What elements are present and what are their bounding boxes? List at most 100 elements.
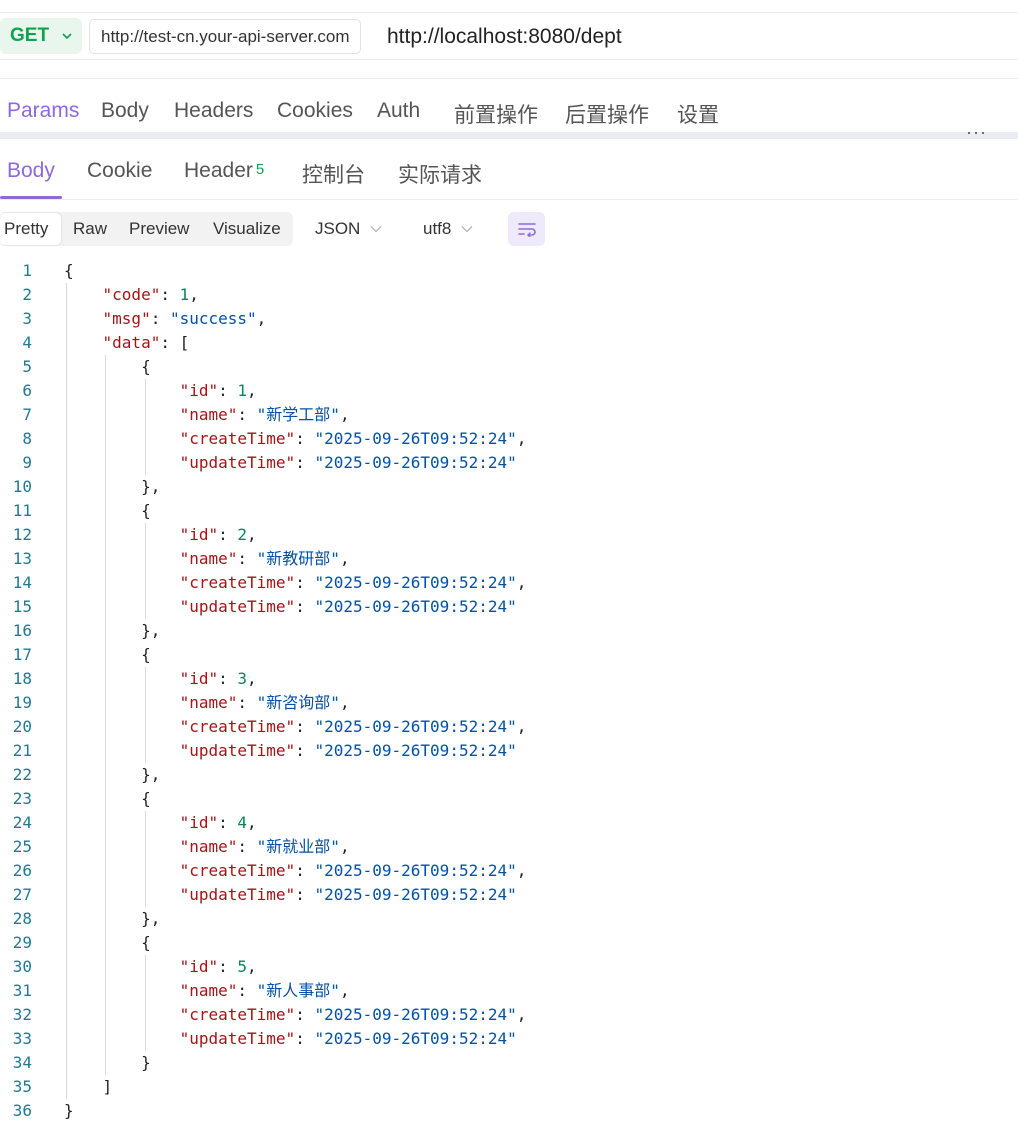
code-text: "name": "新咨询部", [179,693,350,712]
code-line: 8 "createTime": "2025-09-26T09:52:24", [0,427,1018,451]
code-line: 16 }, [0,619,1018,643]
line-number: 8 [22,429,32,448]
code-line: 28 }, [0,907,1018,931]
response-body-viewer[interactable]: 1{2 "code": 1, 3 "msg": "success", 4 "data… [0,259,1018,1121]
code-line: 9 "updateTime": "2025-09-26T09:52:24" [0,451,1018,475]
tab-response-header[interactable]: Header 5 [184,159,264,183]
code-line: 29 { [0,931,1018,955]
code-line: 26 "createTime": "2025-09-26T09:52:24", [0,859,1018,883]
tab-params[interactable]: Params [7,99,79,123]
indent-guide [145,955,146,1051]
tab-auth[interactable]: Auth [377,99,420,123]
line-number: 7 [22,405,32,424]
code-text: } [141,1053,151,1072]
code-text: { [141,933,151,952]
method-label: GET [10,25,50,46]
request-tabs: Params Body Headers Cookies Auth 前置操作 后置… [0,78,1018,134]
tab-body[interactable]: Body [101,99,149,123]
view-visualize[interactable]: Visualize [213,212,281,246]
tab-pre-request[interactable]: 前置操作 [454,99,538,129]
line-number: 22 [12,765,32,784]
tab-headers[interactable]: Headers [174,99,253,123]
view-raw[interactable]: Raw [73,212,107,246]
line-number: 17 [12,645,32,664]
code-line: 24 "id": 4, [0,811,1018,835]
line-number: 13 [12,549,32,568]
line-number: 14 [12,573,32,592]
tab-response-body[interactable]: Body [7,159,55,183]
code-line: 31 "name": "新人事部", [0,979,1018,1003]
tab-actual-request[interactable]: 实际请求 [398,159,482,189]
code-text: "id": 4, [179,813,257,832]
tab-response-cookie[interactable]: Cookie [87,159,152,183]
code-line: 18 "id": 3, [0,667,1018,691]
code-line: 32 "createTime": "2025-09-26T09:52:24", [0,1003,1018,1027]
code-line: 25 "name": "新就业部", [0,835,1018,859]
url-input[interactable]: http://localhost:8080/dept [387,25,622,49]
header-count-badge: 5 [255,161,265,178]
encoding-select-label: utf8 [423,219,452,238]
tab-response-header-label: Header [184,159,253,182]
format-select-label: JSON [315,219,361,238]
indent-guide [145,811,146,907]
format-select[interactable]: JSON [315,219,382,239]
line-number: 10 [12,477,32,496]
code-line: 14 "createTime": "2025-09-26T09:52:24", [0,571,1018,595]
code-text: "id": 3, [179,669,257,688]
line-number: 12 [12,525,32,544]
tab-settings[interactable]: 设置 [677,99,719,129]
line-number: 2 [22,285,32,304]
line-number: 36 [12,1101,32,1120]
code-line: 17 { [0,643,1018,667]
indent-guide [145,523,146,619]
code-text: "updateTime": "2025-09-26T09:52:24" [179,1029,517,1048]
code-line: 15 "updateTime": "2025-09-26T09:52:24" [0,595,1018,619]
word-wrap-button[interactable] [508,212,545,246]
line-number: 33 [12,1029,32,1048]
view-preview[interactable]: Preview [129,212,189,246]
view-mode-switch: Pretty Raw Preview Visualize [0,212,293,246]
view-pretty[interactable]: Pretty [0,213,61,245]
code-line: 12 "id": 2, [0,523,1018,547]
more-icon[interactable]: ··· [966,123,987,141]
code-text: }, [141,765,161,784]
tab-post-request[interactable]: 后置操作 [565,99,649,129]
encoding-select[interactable]: utf8 [423,219,473,239]
code-line: 30 "id": 5, [0,955,1018,979]
code-line: 21 "updateTime": "2025-09-26T09:52:24" [0,739,1018,763]
line-number: 6 [22,381,32,400]
code-text: "name": "新人事部", [179,981,350,1000]
code-text: "code": 1, [102,285,199,304]
code-line: 3 "msg": "success", [0,307,1018,331]
chevron-down-icon [461,226,473,233]
code-line: 20 "createTime": "2025-09-26T09:52:24", [0,715,1018,739]
code-text: "msg": "success", [102,309,267,328]
code-text: }, [141,621,161,640]
line-number: 16 [12,621,32,640]
line-number: 32 [12,1005,32,1024]
line-number: 34 [12,1053,32,1072]
panel-divider[interactable] [0,132,1018,139]
tab-cookies[interactable]: Cookies [277,99,353,123]
code-line: 23 { [0,787,1018,811]
word-wrap-icon [517,223,536,237]
code-text: "name": "新学工部", [179,405,350,424]
tab-console[interactable]: 控制台 [302,159,365,189]
code-text: } [64,1101,74,1120]
code-line: 10 }, [0,475,1018,499]
code-text: { [64,261,74,280]
line-number: 30 [12,957,32,976]
code-line: 11 { [0,499,1018,523]
code-line: 22 }, [0,763,1018,787]
line-number: 27 [12,885,32,904]
code-text: "createTime": "2025-09-26T09:52:24", [179,573,527,592]
line-number: 4 [22,333,32,352]
code-text: "createTime": "2025-09-26T09:52:24", [179,717,527,736]
method-select[interactable]: GET [0,18,82,54]
code-text: "name": "新就业部", [179,837,350,856]
indent-guide [145,667,146,763]
code-text: "createTime": "2025-09-26T09:52:24", [179,861,527,880]
base-url-select[interactable]: http://test-cn.your-api-server.com [89,19,362,54]
code-line: 36} [0,1099,1018,1121]
code-line: 5 { [0,355,1018,379]
